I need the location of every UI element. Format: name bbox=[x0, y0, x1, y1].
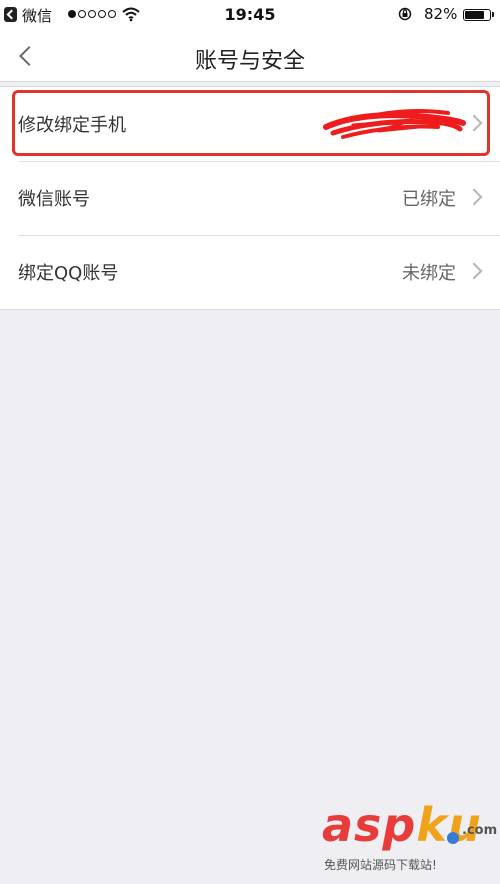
settings-item-value: 未绑定 bbox=[402, 263, 456, 284]
watermark-dot bbox=[447, 832, 459, 844]
watermark-logo: aspku .com 免费网站源码下载站! bbox=[322, 798, 497, 878]
chevron-right-icon bbox=[465, 188, 483, 206]
highlight-box bbox=[12, 90, 490, 156]
chevron-right-icon bbox=[465, 262, 483, 280]
settings-item-label: 绑定QQ账号 bbox=[18, 263, 119, 284]
page-title: 账号与安全 bbox=[194, 49, 305, 74]
battery-fill bbox=[465, 11, 485, 19]
settings-item-wechat-account[interactable]: 微信账号 已绑定 bbox=[0, 161, 500, 235]
rotation-lock-icon bbox=[398, 7, 412, 21]
watermark-suffix: .com bbox=[462, 823, 498, 838]
battery-icon bbox=[463, 9, 494, 21]
navigation-bar: 账号与安全 bbox=[0, 30, 500, 82]
battery-percent: 82% bbox=[424, 5, 458, 23]
settings-item-change-phone[interactable]: 修改绑定手机 bbox=[0, 87, 500, 161]
watermark-tagline: 免费网站源码下载站! bbox=[324, 858, 437, 872]
watermark-brand-asp: asp bbox=[322, 798, 417, 852]
status-bar: 微信 19:45 82% bbox=[0, 0, 500, 30]
settings-item-bind-qq[interactable]: 绑定QQ账号 未绑定 bbox=[0, 235, 500, 309]
settings-item-value: 已绑定 bbox=[402, 189, 456, 210]
watermark-brand: aspku bbox=[322, 798, 482, 852]
settings-item-label: 微信账号 bbox=[18, 189, 90, 210]
settings-list: 修改绑定手机 微信账号 已绑定 绑定QQ账号 未绑定 bbox=[0, 86, 500, 310]
